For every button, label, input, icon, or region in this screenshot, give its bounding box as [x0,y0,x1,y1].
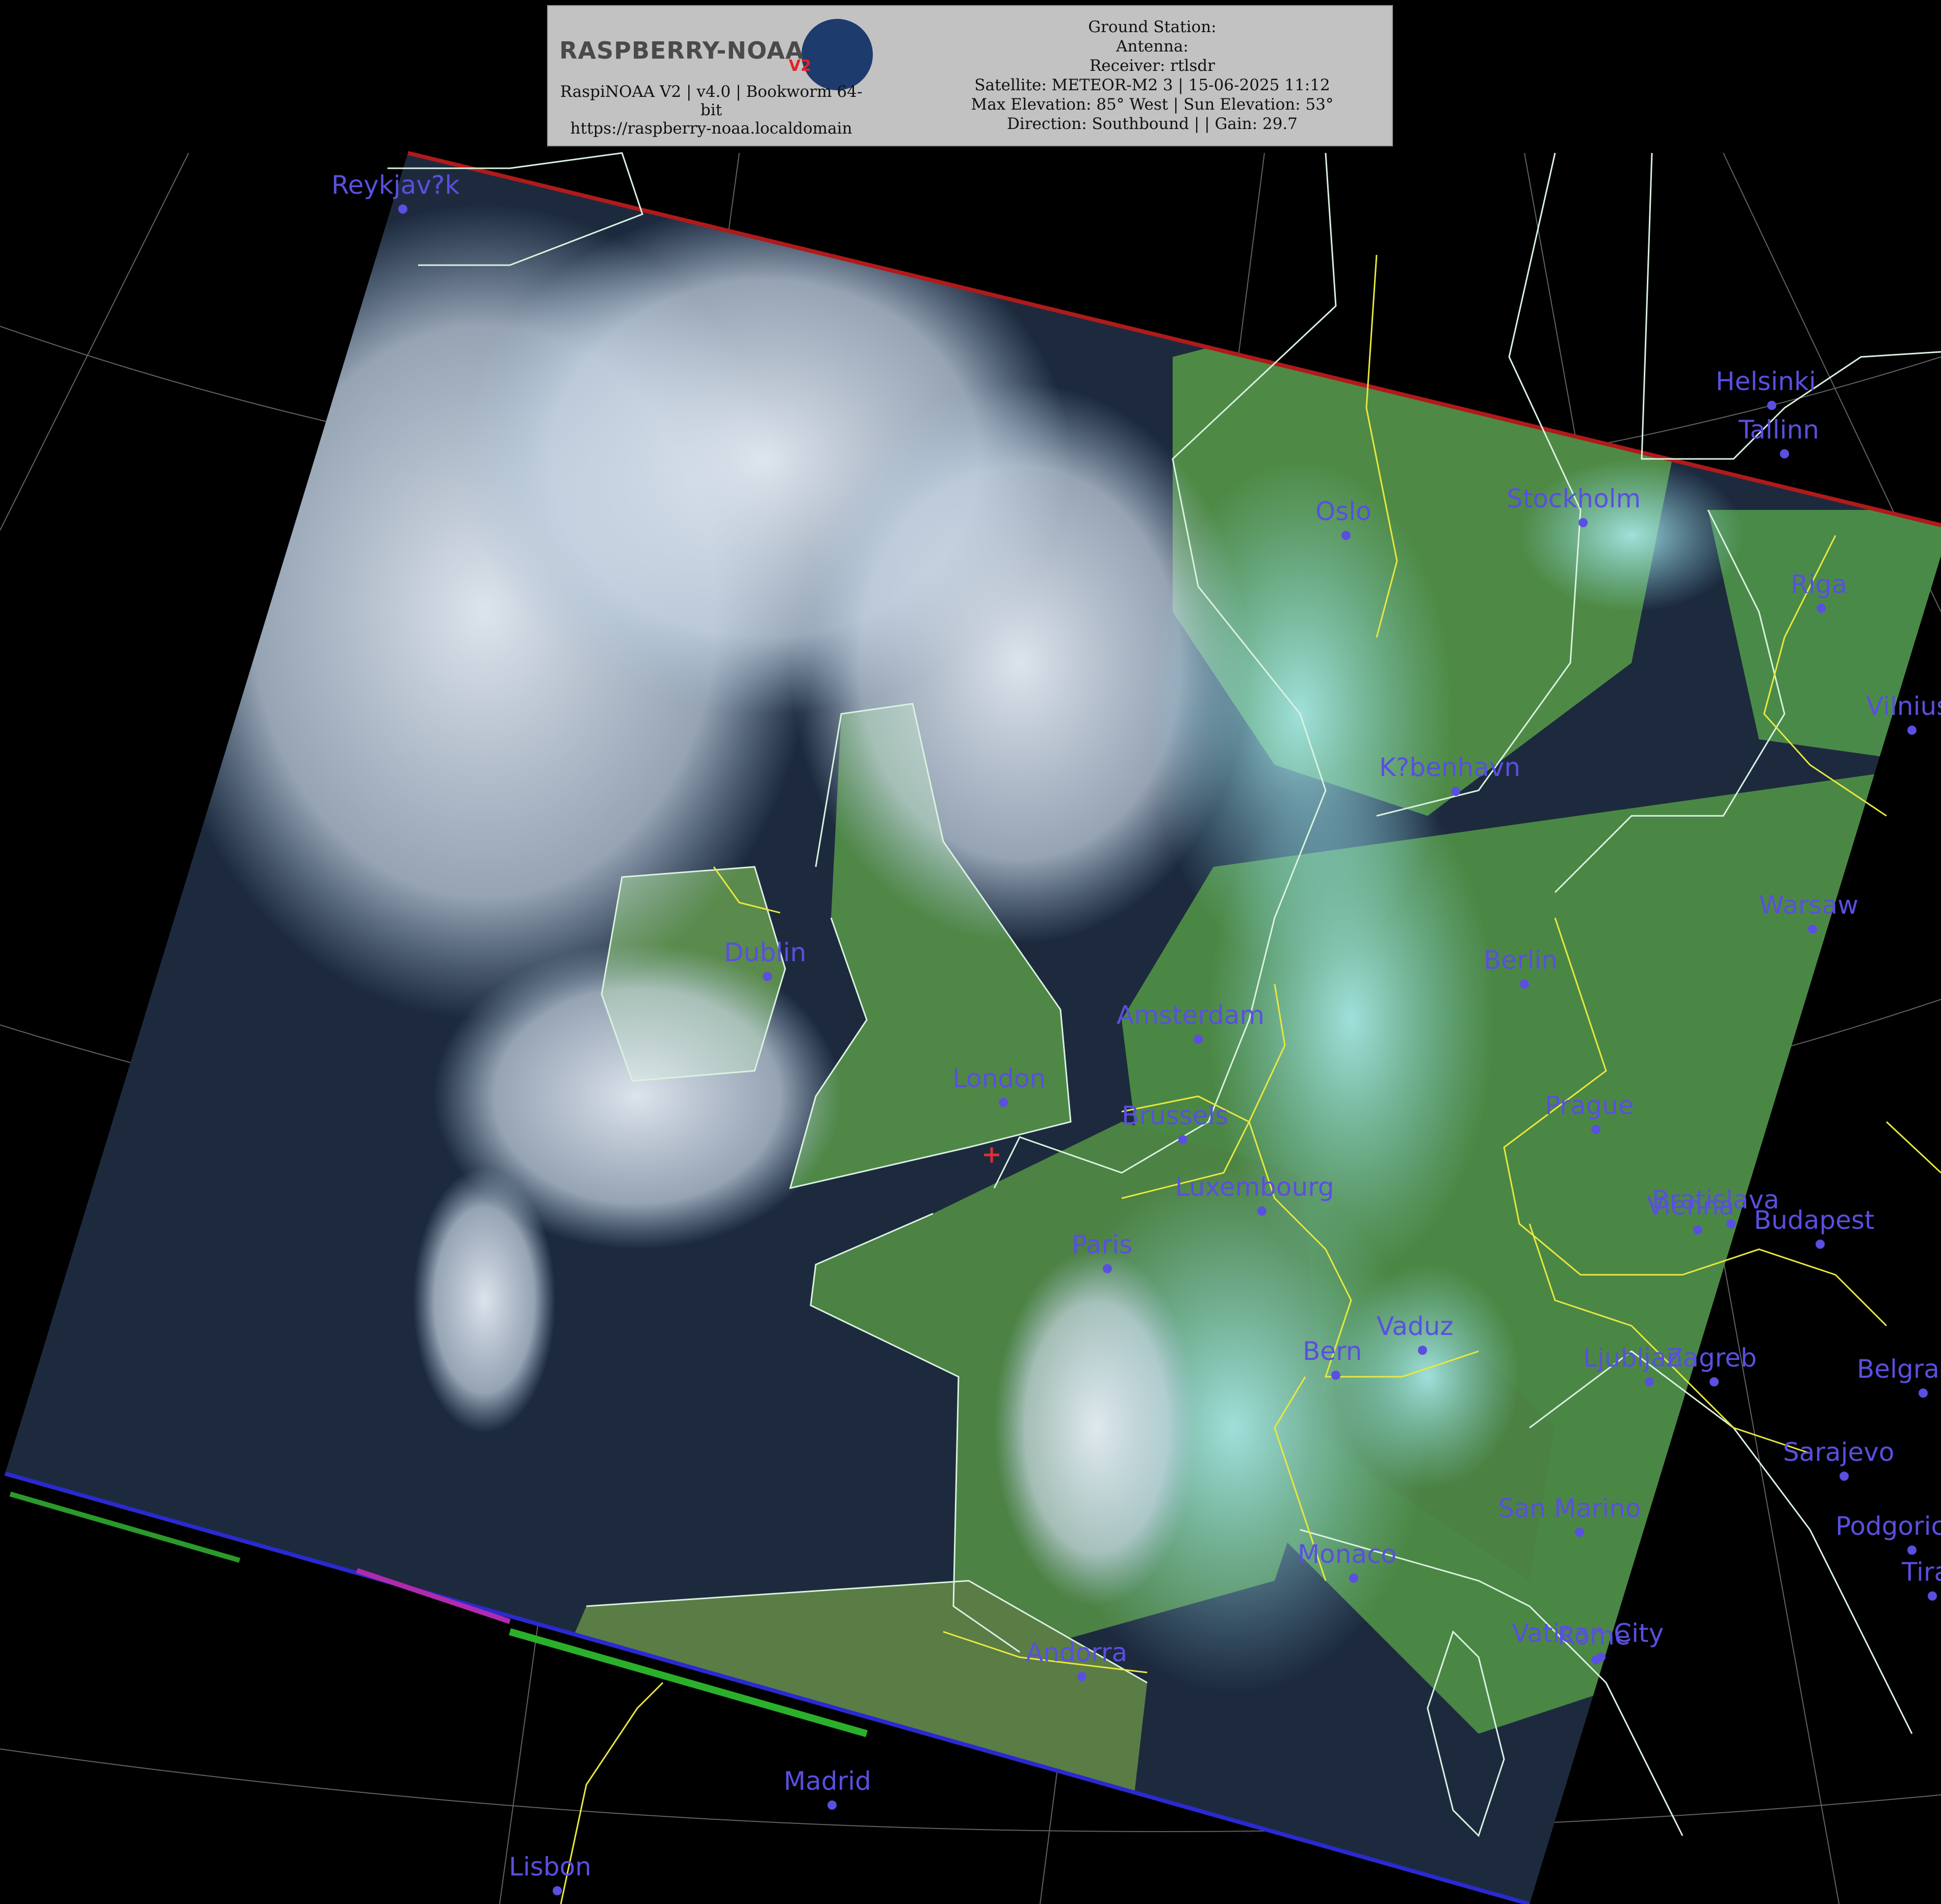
city-dot-luxembourg [1257,1206,1266,1216]
city-dot-k-benhavn [1451,787,1460,796]
city-label-dublin: Dublin [724,938,806,967]
city-dot-madrid [827,1800,837,1810]
city-label-london: London [952,1064,1046,1093]
city-label-vienna: Vienna [1647,1191,1735,1221]
city-dot-sarajevo [1840,1472,1849,1481]
city-dot-dublin [763,972,772,981]
receiver: Receiver: rtlsdr [1089,57,1215,75]
city-dot-andorra [1077,1672,1086,1681]
city-label-helsinki: Helsinki [1716,367,1816,396]
city-dot-tirana [1928,1591,1937,1601]
city-label-vilnius: Vilnius [1866,691,1941,721]
city-dot-budapest [1816,1240,1825,1249]
city-label-oslo: Oslo [1315,497,1371,526]
city-dot-podgorica [1907,1546,1917,1555]
city-label-andorra: Andorra [1026,1638,1127,1667]
city-dot-london [999,1098,1008,1107]
city-dot-san-marino [1575,1528,1584,1537]
direction-gain: Direction: Southbound | | Gain: 29.7 [1006,115,1298,133]
raspberry-noaa-logo: RASPBERRY-NOAA V2 [554,16,873,90]
city-label-k-benhavn: K?benhavn [1379,753,1520,782]
satellite-icon [801,19,873,90]
city-label-sarajevo: Sarajevo [1783,1437,1894,1467]
city-dot-prague [1591,1125,1600,1134]
city-label-monaco: Monaco [1298,1539,1396,1569]
city-dot-vilnius [1907,726,1917,735]
satellite-pass: Satellite: METEOR-M2 3 | 15-06-2025 11:1… [974,76,1330,94]
city-label-zagreb: Zagreb [1666,1343,1757,1373]
city-label-stockholm: Stockholm [1507,484,1641,513]
station-url: https://raspberry-noaa.localdomain [570,119,852,138]
ground-station: Ground Station: [1088,18,1217,36]
city-label-luxembourg: Luxembourg [1175,1172,1334,1202]
software-info: RaspiNOAA V2 | v4.0 | Bookworm 64- bit h… [548,83,874,138]
city-label-lisbon: Lisbon [509,1852,591,1882]
city-dot-belgrade [1919,1388,1928,1398]
city-label-madrid: Madrid [784,1766,871,1796]
city-label-berlin: Berlin [1484,945,1558,975]
software-line-1: RaspiNOAA V2 | v4.0 | Bookworm 64- [560,83,863,101]
software-line-2: bit [700,101,722,119]
info-header: RASPBERRY-NOAA V2 RaspiNOAA V2 | v4.0 | … [547,5,1393,146]
city-dot-tallinn [1780,449,1789,458]
city-dot-stockholm [1578,518,1588,527]
city-dot-monaco [1349,1574,1358,1583]
city-label-brussels: Brussels [1122,1101,1228,1130]
city-dot-vienna [1693,1225,1702,1234]
city-dot-rome [1591,1655,1600,1664]
city-dot-reykjav-k [398,204,407,214]
city-dot-lisbon [553,1886,562,1895]
city-label-san-marino: San Marino [1498,1494,1641,1523]
city-label-belgrade: Belgrade [1857,1354,1941,1384]
antenna: Antenna: [1116,37,1188,56]
city-label-amsterdam: Amsterdam [1117,1000,1264,1030]
city-dot-berlin [1520,980,1529,989]
city-label-bern: Bern [1303,1336,1362,1366]
satellite-map: Reykjav?k Helsinki Tallinn Oslo Stockholm Rig… [0,151,1941,1904]
city-label-prague: Prague [1545,1091,1634,1120]
elevation-info: Max Elevation: 85° West | Sun Elevation:… [971,95,1334,114]
city-label-vaduz: Vaduz [1377,1311,1454,1341]
city-label-tirana: Tirana [1901,1557,1941,1587]
city-dot-amsterdam [1194,1035,1203,1044]
logo-text: RASPBERRY-NOAA [559,37,804,64]
city-dot-ljubljana [1645,1377,1654,1386]
city-dot-paris [1103,1264,1112,1273]
city-label-reykjav-k: Reykjav?k [331,170,459,200]
city-dot-helsinki [1767,401,1776,410]
logo-version-badge: V2 [789,57,812,75]
city-dot-zagreb [1710,1377,1719,1386]
city-dot-riga [1817,604,1826,613]
city-dot-warsaw [1808,924,1817,934]
city-dot-brussels [1178,1135,1187,1144]
city-label-warsaw: Warsaw [1759,890,1858,920]
pass-info: Ground Station: Antenna: Receiver: rtlsd… [915,17,1389,134]
city-label-rome: Rome [1558,1621,1631,1651]
city-label-budapest: Budapest [1754,1205,1875,1235]
city-dot-vaduz [1418,1346,1427,1355]
city-dot-oslo [1341,531,1351,540]
city-label-riga: Riga [1791,570,1847,599]
city-label-tallinn: Tallinn [1738,415,1819,445]
city-label-paris: Paris [1072,1230,1132,1259]
city-dot-bern [1331,1371,1340,1380]
city-label-podgorica: Podgorica [1835,1511,1941,1541]
